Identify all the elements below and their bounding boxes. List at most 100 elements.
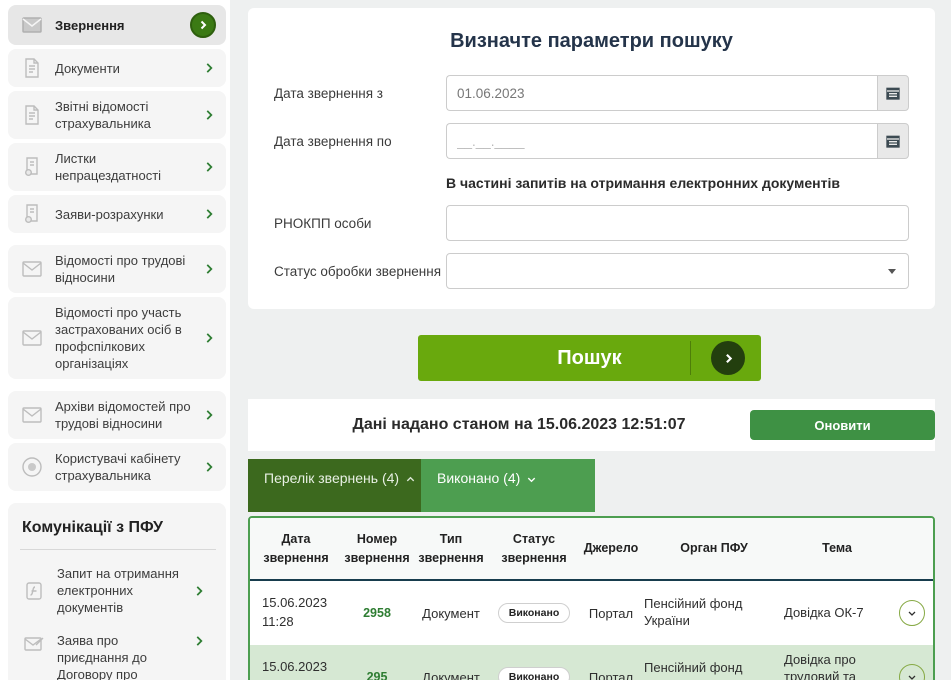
cell-source: Портал (578, 670, 644, 680)
chevron-down-icon (526, 474, 537, 485)
status-label: Статус обробки звернення (274, 264, 446, 279)
date-from-label: Дата звернення з (274, 86, 446, 101)
document-icon (20, 56, 44, 80)
calendar-icon[interactable] (877, 123, 909, 159)
e-document-icon (22, 579, 46, 603)
cell-status: Виконано (490, 603, 578, 623)
envelope-icon (20, 13, 44, 37)
sidebar-item-label: Відомості про трудові відносини (55, 252, 191, 286)
envelope-pencil-icon (22, 632, 46, 656)
sidebar-item-zayavy-rozrakhunky[interactable]: Заяви-розрахунки (8, 195, 226, 233)
table-row: 15.06.2023 11:28 2958 Документ Виконано … (250, 581, 933, 645)
sidebar-item-zvitni-vidomosti[interactable]: Звітні відомості страхувальника (8, 91, 226, 139)
status-badge: Виконано (498, 667, 571, 680)
active-arrow-circle (190, 12, 216, 38)
chevron-right-icon (202, 460, 216, 474)
chevron-right-icon (202, 61, 216, 75)
status-row: Статус обробки звернення (274, 253, 909, 289)
sidebar-item-trudovi-vidnosyny[interactable]: Відомості про трудові відносини (8, 245, 226, 293)
col-header-type: Тип звернення (412, 526, 490, 572)
envelope-icon (20, 326, 44, 350)
section-note: В частині запитів на отримання електронн… (446, 175, 909, 191)
data-status-bar: Дані надано станом на 15.06.2023 12:51:0… (248, 399, 935, 451)
date-to-input[interactable] (446, 123, 877, 159)
sidebar-item-label: Звітні відомості страхувальника (55, 98, 191, 132)
chevron-down-icon (888, 269, 896, 274)
appeals-table: Дата звернення Номер звернення Тип зверн… (248, 516, 935, 680)
col-header-organ: Орган ПФУ (644, 535, 784, 562)
status-select[interactable] (446, 253, 909, 289)
cell-type: Документ (412, 606, 490, 621)
sidebar-item-label: Документи (55, 60, 191, 77)
tab-label: Перелік звернень (4) (264, 470, 399, 486)
sidebar-item-zvernennya[interactable]: Звернення (8, 5, 226, 45)
rnokpp-row: РНОКПП особи (274, 205, 909, 241)
col-header-date: Дата звернення (250, 526, 342, 572)
chevron-down-icon (906, 671, 918, 680)
cell-source: Портал (578, 606, 644, 621)
date-from-row: Дата звернення з (274, 75, 909, 111)
tab-label: Виконано (4) (437, 470, 520, 486)
calendar-icon[interactable] (877, 75, 909, 111)
sidebar-item-label: Заява про приєднання до Договору про над… (57, 632, 181, 680)
search-form-panel: Визначте параметри пошуку Дата звернення… (248, 8, 935, 309)
cell-status: Виконано (490, 667, 578, 680)
sidebar-item-label: Відомості про участь застрахованих осіб … (55, 304, 191, 372)
sidebar-item-label: Користувачі кабінету страхувальника (55, 450, 191, 484)
table-header-row: Дата звернення Номер звернення Тип зверн… (250, 518, 933, 581)
cell-date: 15.06.2023 11:28 (250, 594, 342, 632)
cell-theme: Довідка про трудовий та страховий стаж (784, 652, 890, 680)
chevron-down-icon (906, 607, 918, 619)
chevron-right-icon (202, 160, 216, 174)
sidebar-item-label: Звернення (55, 17, 179, 34)
refresh-button[interactable]: Оновити (750, 410, 935, 440)
chevron-right-icon (202, 331, 216, 345)
cell-type: Документ (412, 670, 490, 680)
col-header-status: Статус звернення (490, 526, 578, 572)
col-header-source: Джерело (578, 535, 644, 562)
tab-vykonano[interactable]: Виконано (4) (421, 459, 595, 512)
date-from-input[interactable] (446, 75, 877, 111)
expand-row-button[interactable] (899, 600, 925, 626)
sidebar: Звернення Документи Звітні відомості стр… (0, 0, 230, 680)
appeal-number-link[interactable]: 295 (342, 670, 412, 680)
expand-row-button[interactable] (899, 664, 925, 680)
rnokpp-input[interactable] (446, 205, 909, 241)
results-tabs: Перелік звернень (4) Виконано (4) (248, 459, 935, 512)
communications-title: Комунікації з ПФУ (20, 515, 216, 550)
chevron-right-icon (202, 108, 216, 122)
chevron-right-icon (202, 262, 216, 276)
button-divider (690, 341, 691, 375)
date-to-label: Дата звернення по (274, 134, 446, 149)
cell-organ: Пенсійний фонд України (644, 660, 784, 680)
communications-section: Комунікації з ПФУ Запит на отримання еле… (8, 503, 226, 680)
main-content: Визначте параметри пошуку Дата звернення… (230, 0, 951, 680)
chevron-right-icon (202, 408, 216, 422)
sidebar-item-label: Архіви відомостей про трудові відносини (55, 398, 191, 432)
col-header-number: Номер звернення (342, 526, 412, 572)
cell-theme: Довідка ОК-7 (784, 605, 890, 622)
sidebar-item-lystky[interactable]: Листки непрацездатності (8, 143, 226, 191)
search-button[interactable]: Пошук (418, 335, 761, 381)
sidebar-item-zayava-pryyednannya[interactable]: Заява про приєднання до Договору про над… (20, 625, 216, 680)
sidebar-item-zapyt-edocs[interactable]: Запит на отримання електронних документі… (20, 558, 216, 623)
sidebar-item-dokumenty[interactable]: Документи (8, 49, 226, 87)
sidebar-item-label: Заяви-розрахунки (55, 206, 191, 223)
date-to-row: Дата звернення по (274, 123, 909, 159)
search-button-area: Пошук (248, 335, 935, 381)
tab-perelik-zvernen[interactable]: Перелік звернень (4) (248, 459, 421, 512)
arrow-right-icon (711, 341, 745, 375)
chevron-right-icon (202, 207, 216, 221)
envelope-icon (20, 403, 44, 427)
app-window: Звернення Документи Звітні відомості стр… (0, 0, 951, 680)
col-header-theme: Тема (784, 535, 890, 562)
page-title: Визначте параметри пошуку (274, 30, 909, 53)
rnokpp-label: РНОКПП особи (274, 216, 446, 231)
sidebar-item-uchast-profspilky[interactable]: Відомості про участь застрахованих осіб … (8, 297, 226, 379)
cell-date: 15.06.2023 11:27 (250, 658, 342, 680)
users-circle-icon (20, 455, 44, 479)
sidebar-item-arkhivy[interactable]: Архіви відомостей про трудові відносини (8, 391, 226, 439)
document-icon (20, 103, 44, 127)
sidebar-item-korystuvachi[interactable]: Користувачі кабінету страхувальника (8, 443, 226, 491)
appeal-number-link[interactable]: 2958 (342, 606, 412, 620)
